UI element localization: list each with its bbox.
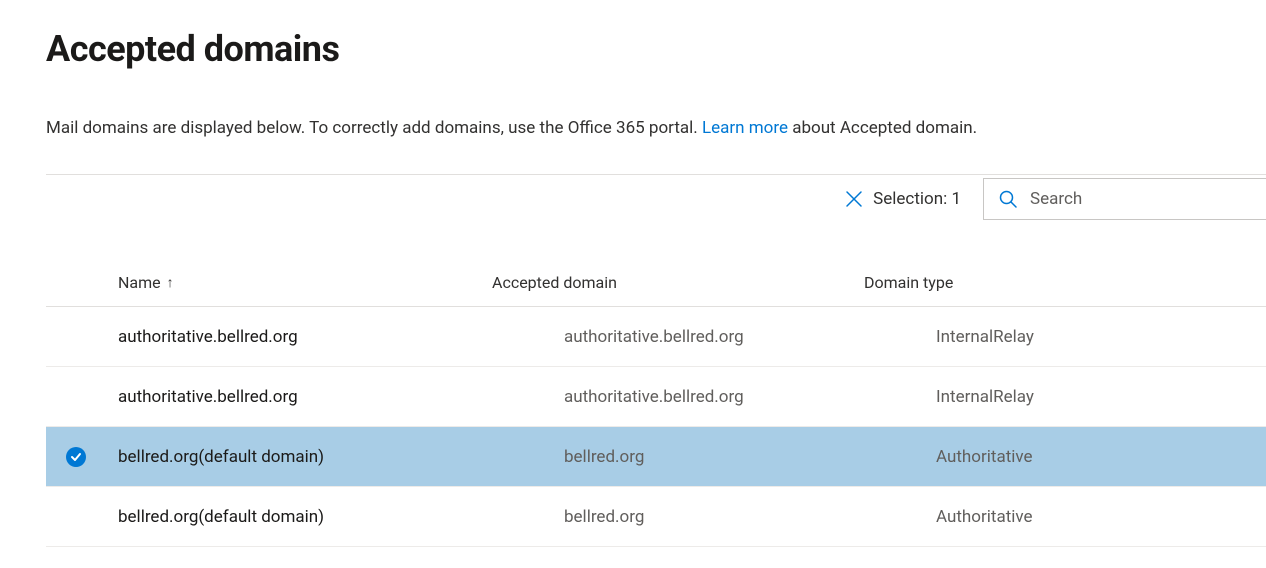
selection-count-label: Selection: 1 [873,189,961,209]
table-row[interactable]: bellred.org(default domain)bellred.orgAu… [46,487,1266,547]
cell-accepted-domain: authoritative.bellred.org [564,327,936,347]
column-header-name-text: Name [118,273,161,292]
cell-domain-type: InternalRelay [936,327,1266,347]
cell-accepted-domain: bellred.org [564,507,936,527]
search-box[interactable] [983,178,1266,220]
table-header: Name ↑ Accepted domain Domain type [46,259,1266,307]
learn-more-link[interactable]: Learn more [702,118,788,138]
checkmark-circle-icon [66,447,86,467]
cell-domain-type: InternalRelay [936,387,1266,407]
row-checkbox-cell[interactable] [46,447,118,467]
toolbar: Selection: 1 [46,175,1266,223]
table-row[interactable]: bellred.org(default domain)bellred.orgAu… [46,427,1266,487]
column-header-name[interactable]: Name ↑ [118,273,174,292]
table-row[interactable]: authoritative.bellred.orgauthoritative.b… [46,367,1266,427]
column-header-accepted-domain[interactable]: Accepted domain [492,273,617,292]
cell-domain-type: Authoritative [936,507,1266,527]
domains-table: Name ↑ Accepted domain Domain type autho… [46,259,1266,547]
cell-name: authoritative.bellred.org [118,387,564,407]
cell-name: authoritative.bellred.org [118,327,564,347]
cell-name: bellred.org(default domain) [118,447,564,467]
close-icon [845,190,863,208]
sort-ascending-icon: ↑ [167,274,174,291]
table-row[interactable]: authoritative.bellred.orgauthoritative.b… [46,307,1266,367]
cell-name: bellred.org(default domain) [118,507,564,527]
search-input[interactable] [1030,189,1252,209]
cell-domain-type: Authoritative [936,447,1266,467]
page-title: Accepted domains [46,28,1266,70]
description-suffix: about Accepted domain. [788,118,977,138]
clear-selection-button[interactable]: Selection: 1 [845,189,983,209]
search-icon [998,189,1018,209]
description-prefix: Mail domains are displayed below. To cor… [46,118,702,138]
cell-accepted-domain: bellred.org [564,447,936,467]
cell-accepted-domain: authoritative.bellred.org [564,387,936,407]
column-header-domain-type[interactable]: Domain type [864,273,953,292]
page-description: Mail domains are displayed below. To cor… [46,118,1266,138]
